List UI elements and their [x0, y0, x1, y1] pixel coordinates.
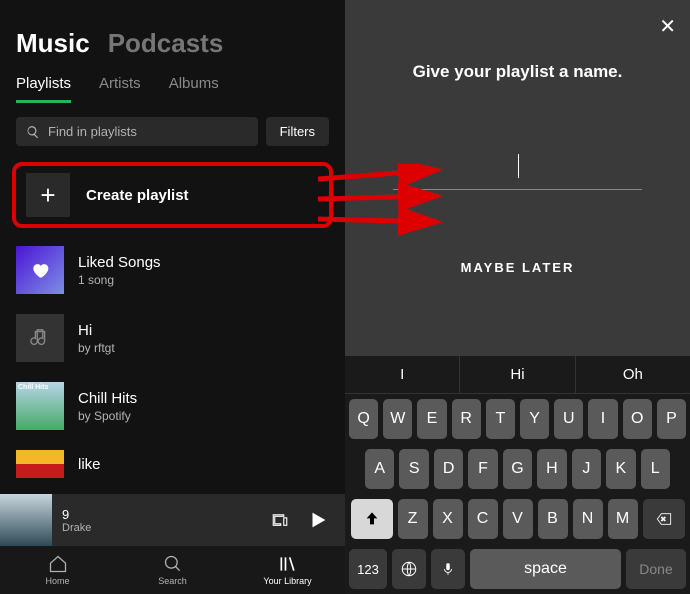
- key-H[interactable]: H: [537, 449, 566, 489]
- shift-key[interactable]: [351, 499, 393, 539]
- playlist-item-liked[interactable]: Liked Songs 1 song: [0, 236, 345, 304]
- now-playing-title: 9: [62, 507, 271, 522]
- key-C[interactable]: C: [468, 499, 498, 539]
- suggestion[interactable]: Hi: [460, 356, 575, 393]
- home-icon: [48, 554, 68, 574]
- create-playlist-button[interactable]: + Create playlist: [12, 162, 333, 228]
- done-key[interactable]: Done: [626, 549, 686, 589]
- suggestion[interactable]: Oh: [576, 356, 690, 393]
- key-B[interactable]: B: [538, 499, 568, 539]
- suggestion[interactable]: I: [345, 356, 460, 393]
- library-icon: [278, 554, 298, 574]
- now-playing-art: [0, 494, 52, 546]
- plus-icon: +: [26, 173, 70, 217]
- heart-icon: [30, 260, 50, 280]
- key-R[interactable]: R: [452, 399, 481, 439]
- nav-library[interactable]: Your Library: [230, 546, 345, 594]
- subtab-artists[interactable]: Artists: [99, 75, 141, 103]
- playlist-title: Liked Songs: [78, 254, 161, 271]
- header-tab-music[interactable]: Music: [16, 28, 90, 59]
- playlist-title: Chill Hits: [78, 390, 137, 407]
- key-Q[interactable]: Q: [349, 399, 378, 439]
- search-placeholder: Find in playlists: [48, 124, 137, 139]
- key-A[interactable]: A: [365, 449, 394, 489]
- key-E[interactable]: E: [417, 399, 446, 439]
- key-V[interactable]: V: [503, 499, 533, 539]
- now-playing-bar[interactable]: 9 Drake: [0, 494, 345, 546]
- search-icon: [163, 554, 183, 574]
- nav-home[interactable]: Home: [0, 546, 115, 594]
- key-F[interactable]: F: [468, 449, 497, 489]
- key-G[interactable]: G: [503, 449, 532, 489]
- playlist-thumb: Chill Hits: [16, 382, 64, 430]
- header-tab-podcasts[interactable]: Podcasts: [108, 28, 224, 59]
- play-icon[interactable]: [307, 509, 329, 531]
- globe-key[interactable]: [392, 549, 426, 589]
- key-I[interactable]: I: [588, 399, 617, 439]
- playlist-thumb: [16, 450, 64, 478]
- subtab-albums[interactable]: Albums: [169, 75, 219, 103]
- devices-icon[interactable]: [271, 511, 289, 529]
- key-J[interactable]: J: [572, 449, 601, 489]
- playlist-title: Hi: [78, 322, 115, 339]
- key-N[interactable]: N: [573, 499, 603, 539]
- key-X[interactable]: X: [433, 499, 463, 539]
- key-D[interactable]: D: [434, 449, 463, 489]
- keyboard: I Hi Oh QWERTYUIOP ASDFGHJKL ZXCVBNM 123…: [345, 356, 690, 594]
- space-key[interactable]: space: [470, 549, 621, 589]
- key-O[interactable]: O: [623, 399, 652, 439]
- playlist-subtitle: 1 song: [78, 273, 161, 287]
- subtab-playlists[interactable]: Playlists: [16, 75, 71, 103]
- playlist-item[interactable]: Hi by rftgt: [0, 304, 345, 372]
- maybe-later-button[interactable]: MAYBE LATER: [345, 260, 690, 275]
- backspace-key[interactable]: [643, 499, 685, 539]
- playlist-name-input[interactable]: [393, 162, 642, 190]
- close-icon[interactable]: ✕: [659, 14, 676, 39]
- key-U[interactable]: U: [554, 399, 583, 439]
- music-note-icon: [29, 327, 51, 349]
- key-P[interactable]: P: [657, 399, 686, 439]
- key-L[interactable]: L: [641, 449, 670, 489]
- playlist-item[interactable]: Chill Hits Chill Hits by Spotify: [0, 372, 345, 440]
- nav-search[interactable]: Search: [115, 546, 230, 594]
- filters-button[interactable]: Filters: [266, 117, 329, 146]
- numbers-key[interactable]: 123: [349, 549, 387, 589]
- key-Y[interactable]: Y: [520, 399, 549, 439]
- playlist-title: like: [78, 456, 101, 473]
- playlist-item[interactable]: like: [0, 440, 345, 478]
- create-playlist-label: Create playlist: [86, 187, 189, 204]
- key-K[interactable]: K: [606, 449, 635, 489]
- key-Z[interactable]: Z: [398, 499, 428, 539]
- search-input[interactable]: Find in playlists: [16, 117, 258, 146]
- playlist-subtitle: by rftgt: [78, 341, 115, 355]
- playlist-subtitle: by Spotify: [78, 409, 137, 423]
- key-M[interactable]: M: [608, 499, 638, 539]
- key-T[interactable]: T: [486, 399, 515, 439]
- name-playlist-title: Give your playlist a name.: [345, 62, 690, 82]
- mic-key[interactable]: [431, 549, 465, 589]
- key-S[interactable]: S: [399, 449, 428, 489]
- playlist-thumb: [16, 314, 64, 362]
- search-icon: [26, 125, 40, 139]
- liked-songs-thumb: [16, 246, 64, 294]
- key-W[interactable]: W: [383, 399, 412, 439]
- now-playing-artist: Drake: [62, 522, 271, 534]
